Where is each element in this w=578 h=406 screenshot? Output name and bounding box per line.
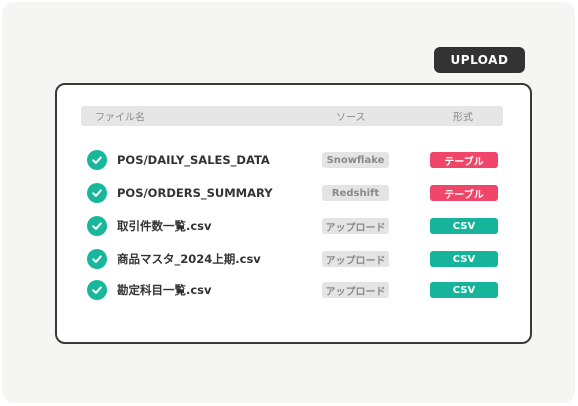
format-badge: CSV — [430, 218, 498, 234]
file-name: 商品マスタ_2024上期.csv — [117, 252, 261, 266]
upload-button[interactable]: UPLOAD — [434, 47, 525, 73]
table-row[interactable]: POS/ORDERS_SUMMARY Redshift テーブル — [87, 181, 502, 205]
format-badge: テーブル — [430, 152, 498, 168]
column-header-format: 形式 — [453, 112, 473, 124]
file-name: POS/ORDERS_SUMMARY — [117, 186, 273, 200]
check-circle-icon — [87, 183, 107, 203]
check-circle-icon — [87, 150, 107, 170]
source-badge: Snowflake — [322, 152, 389, 168]
file-name: POS/DAILY_SALES_DATA — [117, 153, 270, 167]
table-row[interactable]: 勘定科目一覧.csv アップロード CSV — [87, 278, 502, 302]
source-badge: アップロード — [322, 282, 389, 298]
column-header-file-name: ファイル名 — [95, 112, 145, 124]
check-circle-icon — [87, 280, 107, 300]
app-background: UPLOAD ファイル名 ソース 形式 POS/DAILY_SALES_DATA… — [2, 2, 575, 403]
format-badge: CSV — [430, 282, 498, 298]
table-row[interactable]: POS/DAILY_SALES_DATA Snowflake テーブル — [87, 148, 502, 172]
check-circle-icon — [87, 216, 107, 236]
file-list-card: ファイル名 ソース 形式 POS/DAILY_SALES_DATA Snowfla… — [55, 83, 532, 344]
check-circle-icon — [87, 249, 107, 269]
table-header: ファイル名 ソース 形式 — [81, 106, 503, 126]
format-badge: CSV — [430, 251, 498, 267]
format-badge: テーブル — [430, 185, 498, 201]
table-row[interactable]: 商品マスタ_2024上期.csv アップロード CSV — [87, 247, 502, 271]
source-badge: アップロード — [322, 218, 389, 234]
file-name: 取引件数一覧.csv — [117, 219, 212, 233]
source-badge: Redshift — [322, 185, 389, 201]
column-header-source: ソース — [336, 112, 366, 124]
source-badge: アップロード — [322, 251, 389, 267]
table-row[interactable]: 取引件数一覧.csv アップロード CSV — [87, 214, 502, 238]
file-name: 勘定科目一覧.csv — [117, 283, 212, 297]
